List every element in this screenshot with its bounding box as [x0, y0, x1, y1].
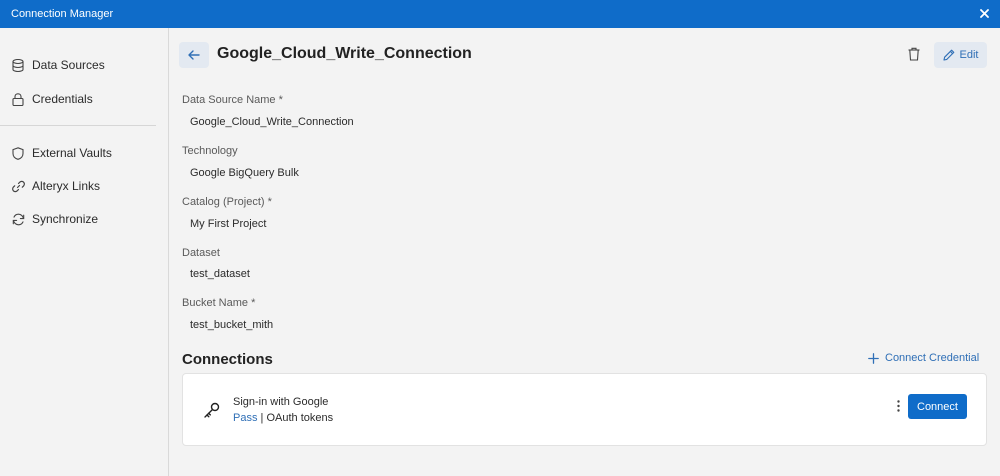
connect-credential-label: Connect Credential: [885, 352, 980, 364]
title-bar: Connection Manager: [0, 0, 1000, 28]
field-label-dataset: Dataset: [182, 247, 220, 259]
connection-status-link[interactable]: Pass: [233, 412, 257, 424]
sidebar-divider: [0, 125, 156, 126]
pencil-icon: [942, 49, 955, 61]
sidebar-item-label: Synchronize: [32, 212, 99, 226]
sync-icon: [11, 212, 25, 226]
connect-button[interactable]: Connect: [908, 394, 967, 419]
main-content: Google_Cloud_Write_Connection Edit Data …: [170, 28, 1000, 476]
connections-heading: Connections: [182, 351, 273, 368]
sidebar-item-external-vaults[interactable]: External Vaults: [11, 143, 112, 163]
lock-icon: [11, 92, 25, 106]
delete-button[interactable]: [904, 44, 924, 64]
connection-name: Sign-in with Google: [233, 396, 329, 408]
database-icon: [11, 58, 25, 72]
sidebar: Data Sources Credentials External Vaults…: [0, 28, 169, 476]
more-options-icon[interactable]: [893, 398, 903, 414]
connection-details: Pass | OAuth tokens: [233, 412, 333, 424]
field-label-technology: Technology: [182, 145, 238, 157]
window-title: Connection Manager: [11, 8, 114, 20]
field-label-data-source-name: Data Source Name *: [182, 94, 283, 106]
connection-card: Sign-in with Google Pass | OAuth tokens …: [182, 373, 987, 446]
field-value-catalog: My First Project: [190, 218, 267, 230]
sidebar-item-label: Data Sources: [32, 58, 105, 72]
edit-label: Edit: [959, 49, 979, 61]
field-value-data-source-name: Google_Cloud_Write_Connection: [190, 116, 354, 128]
sidebar-item-label: External Vaults: [32, 146, 112, 160]
trash-icon: [908, 47, 920, 61]
link-icon: [11, 179, 25, 193]
arrow-left-icon: [188, 50, 200, 60]
sidebar-item-alteryx-links[interactable]: Alteryx Links: [11, 176, 100, 196]
field-label-catalog: Catalog (Project) *: [182, 196, 272, 208]
sidebar-item-label: Alteryx Links: [32, 179, 101, 193]
connection-type: OAuth tokens: [266, 412, 334, 424]
sidebar-item-synchronize[interactable]: Synchronize: [11, 209, 98, 229]
sidebar-item-credentials[interactable]: Credentials: [11, 89, 93, 109]
sidebar-item-data-sources[interactable]: Data Sources: [11, 55, 105, 75]
plus-icon: [868, 352, 879, 364]
page-title: Google_Cloud_Write_Connection: [217, 45, 472, 62]
edit-button[interactable]: Edit: [934, 42, 987, 68]
field-value-bucket-name: test_bucket_mith: [190, 319, 274, 331]
field-value-dataset: test_dataset: [190, 268, 250, 280]
sidebar-item-label: Credentials: [32, 92, 93, 106]
back-button[interactable]: [179, 42, 209, 68]
shield-icon: [11, 146, 25, 160]
key-icon: [203, 401, 221, 419]
close-icon[interactable]: [977, 6, 991, 20]
connect-credential-button[interactable]: Connect Credential: [868, 352, 979, 364]
field-label-bucket-name: Bucket Name *: [182, 297, 256, 309]
field-value-technology: Google BigQuery Bulk: [190, 167, 299, 179]
